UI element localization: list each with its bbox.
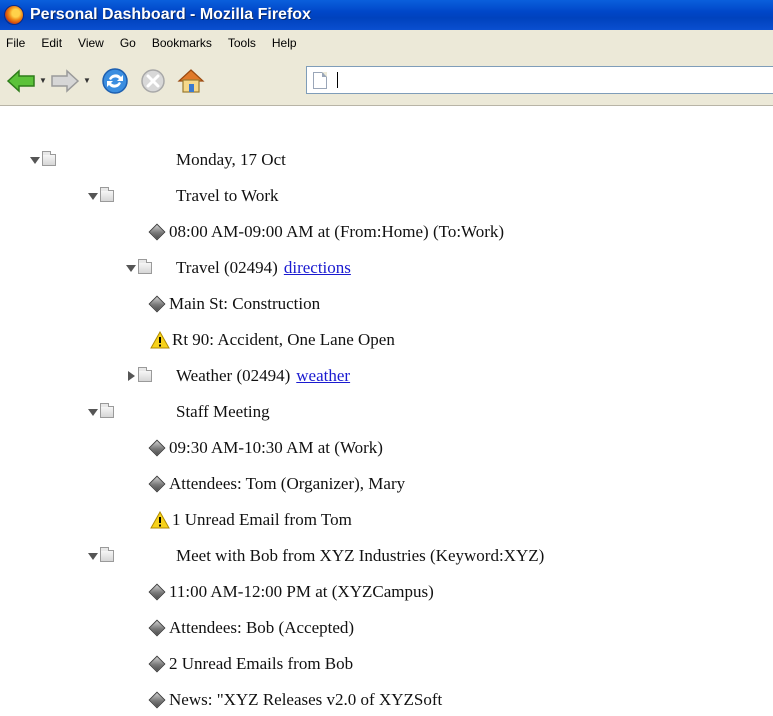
travel-item-2-label: Rt 90: Accident, One Lane Open: [172, 330, 395, 349]
menu-tools[interactable]: Tools: [228, 36, 256, 50]
date-label: Monday, 17 Oct: [176, 150, 286, 169]
forward-arrow-icon: [51, 68, 80, 93]
menu-bar: File Edit View Go Bookmarks Tools Help: [0, 30, 773, 56]
folder-icon: [138, 367, 152, 382]
page-icon: [313, 71, 327, 89]
expand-toggle[interactable]: [88, 551, 98, 561]
menu-file[interactable]: File: [6, 36, 25, 50]
stop-icon: [141, 68, 165, 93]
staff-time-label: 09:30 AM-10:30 AM at (Work): [169, 438, 383, 457]
menu-go[interactable]: Go: [120, 36, 136, 50]
navigation-toolbar: ▼ ▼: [0, 56, 773, 106]
directions-link[interactable]: directions: [284, 258, 351, 278]
bob-time-label: 11:00 AM-12:00 PM at (XYZCampus): [169, 582, 434, 601]
diamond-bullet-icon: [148, 691, 166, 709]
weather-link[interactable]: weather: [296, 366, 350, 386]
triangle-down-icon: [126, 264, 136, 272]
bob-email-label: 2 Unread Emails from Bob: [169, 654, 354, 673]
expand-toggle[interactable]: [30, 155, 40, 165]
folder-icon: [42, 151, 56, 166]
back-history-dropdown[interactable]: ▼: [38, 76, 48, 85]
diamond-bullet-icon: [148, 655, 166, 673]
expand-toggle[interactable]: [88, 407, 98, 417]
stop-button[interactable]: [136, 64, 170, 98]
tree-row-travel-item-1[interactable]: Main St: Construction: [148, 292, 320, 316]
tree-row-staff-time[interactable]: 09:30 AM-10:30 AM at (Work): [148, 436, 383, 460]
bob-news-label: News: "XYZ Releases v2.0 of XYZSoft: [169, 690, 443, 709]
travel-group-label: Travel to Work: [176, 186, 279, 205]
staff-group-label: Staff Meeting: [176, 402, 270, 421]
tree-row-travel-time[interactable]: 08:00 AM-09:00 AM at (From:Home) (To:Wor…: [148, 220, 504, 244]
tree-row-travel[interactable]: Travel (02494) directions: [126, 256, 351, 280]
tree-row-bob-email[interactable]: 2 Unread Emails from Bob: [148, 652, 353, 676]
tree-row-staff-attendees[interactable]: Attendees: Tom (Organizer), Mary: [148, 472, 405, 496]
tree-row-bob-group[interactable]: Meet with Bob from XYZ Industries (Keywo…: [88, 544, 544, 568]
window-titlebar: Personal Dashboard - Mozilla Firefox: [0, 0, 773, 30]
home-button[interactable]: [174, 64, 208, 98]
diamond-bullet-icon: [148, 475, 166, 493]
triangle-down-icon: [88, 552, 98, 560]
diamond-bullet-icon: [148, 439, 166, 457]
diamond-bullet-icon: [148, 223, 166, 241]
folder-icon: [100, 403, 114, 418]
tree-row-travel-group[interactable]: Travel to Work: [88, 184, 279, 208]
warning-icon: [150, 511, 170, 529]
back-button[interactable]: [4, 64, 38, 98]
diamond-bullet-icon: [148, 295, 166, 313]
tree-row-date[interactable]: Monday, 17 Oct: [30, 148, 286, 172]
staff-email-label: 1 Unread Email from Tom: [172, 510, 352, 529]
window-title: Personal Dashboard - Mozilla Firefox: [30, 6, 311, 23]
tree-row-staff-group[interactable]: Staff Meeting: [88, 400, 270, 424]
weather-node-label: Weather (02494): [176, 366, 291, 385]
dashboard-content: Monday, 17 Oct Travel to Work 08:00 AM-0…: [0, 106, 773, 716]
menu-edit[interactable]: Edit: [41, 36, 62, 50]
forward-history-dropdown[interactable]: ▼: [82, 76, 92, 85]
staff-attendees-label: Attendees: Tom (Organizer), Mary: [169, 474, 406, 493]
triangle-down-icon: [30, 156, 40, 164]
tree-row-bob-news[interactable]: News: "XYZ Releases v2.0 of XYZSoft: [148, 688, 442, 712]
firefox-icon: [4, 5, 24, 25]
back-arrow-icon: [6, 68, 35, 93]
warning-icon: [150, 331, 170, 349]
folder-icon: [100, 547, 114, 562]
travel-node-label: Travel (02494): [176, 258, 278, 277]
folder-icon: [100, 187, 114, 202]
expand-toggle[interactable]: [88, 191, 98, 201]
expand-toggle[interactable]: [126, 371, 136, 381]
triangle-right-icon: [127, 371, 135, 381]
travel-time-label: 08:00 AM-09:00 AM at (From:Home) (To:Wor…: [169, 222, 505, 241]
travel-item-1-label: Main St: Construction: [169, 294, 321, 313]
text-caret: [337, 72, 338, 88]
diamond-bullet-icon: [148, 619, 166, 637]
triangle-down-icon: [88, 192, 98, 200]
tree-row-travel-item-2[interactable]: Rt 90: Accident, One Lane Open: [150, 328, 395, 352]
address-bar[interactable]: [306, 66, 773, 94]
menu-view[interactable]: View: [78, 36, 104, 50]
menu-help[interactable]: Help: [272, 36, 297, 50]
triangle-down-icon: [88, 408, 98, 416]
reload-button[interactable]: [98, 64, 132, 98]
tree-row-weather[interactable]: Weather (02494) weather: [126, 364, 350, 388]
menu-bookmarks[interactable]: Bookmarks: [152, 36, 212, 50]
folder-icon: [138, 259, 152, 274]
diamond-bullet-icon: [148, 583, 166, 601]
tree-row-bob-time[interactable]: 11:00 AM-12:00 PM at (XYZCampus): [148, 580, 434, 604]
home-icon: [177, 68, 205, 93]
forward-button[interactable]: [48, 64, 82, 98]
expand-toggle[interactable]: [126, 263, 136, 273]
tree-row-staff-email[interactable]: 1 Unread Email from Tom: [150, 508, 352, 532]
tree-row-bob-attendees[interactable]: Attendees: Bob (Accepted): [148, 616, 354, 640]
bob-group-label: Meet with Bob from XYZ Industries (Keywo…: [176, 546, 545, 565]
bob-attendees-label: Attendees: Bob (Accepted): [169, 618, 355, 637]
url-input[interactable]: [333, 70, 773, 90]
reload-icon: [102, 67, 128, 94]
